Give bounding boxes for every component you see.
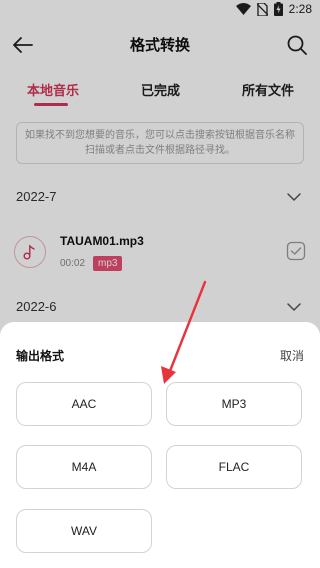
format-option-aac[interactable]: AAC [16,382,152,426]
format-option-m4a[interactable]: M4A [16,445,152,489]
cancel-button[interactable]: 取消 [280,347,304,364]
format-option-flac[interactable]: FLAC [166,445,302,489]
sheet-title: 输出格式 [16,349,65,363]
format-option-wav[interactable]: WAV [16,509,152,553]
output-format-sheet: 输出格式 取消 AAC MP3 M4A FLAC WAV [0,322,320,568]
format-option-mp3[interactable]: MP3 [166,382,302,426]
